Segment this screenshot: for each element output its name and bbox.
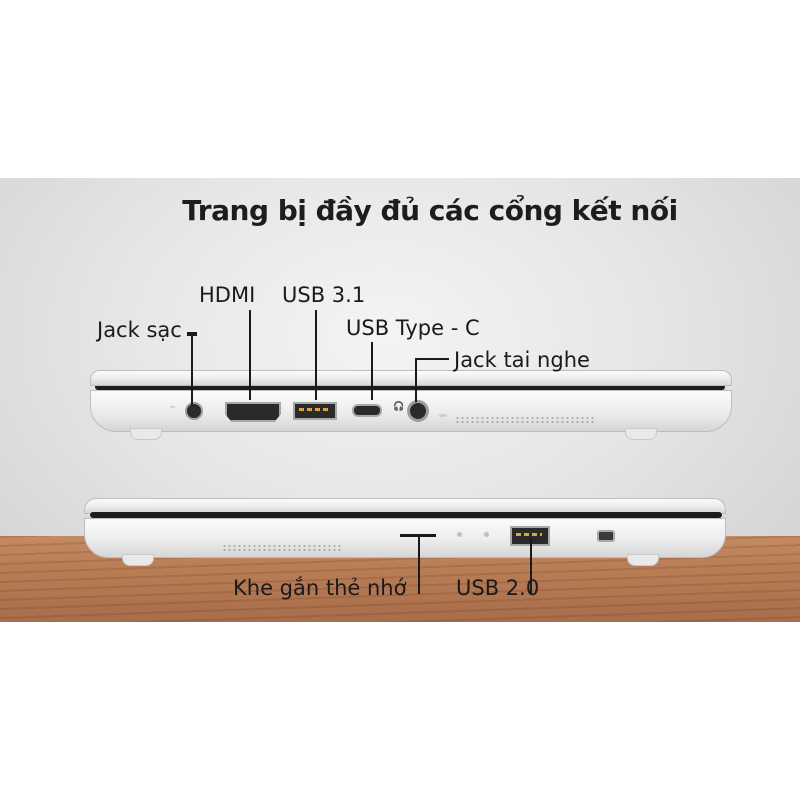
laptop-foot-right xyxy=(625,428,657,440)
kensington-lock-icon xyxy=(597,530,615,542)
product-photo: Trang bị đầy đủ các cổng kết nối ⎓ 🎧 Jac… xyxy=(0,178,800,622)
label-jack-tai-nghe: Jack tai nghe xyxy=(454,348,590,372)
usb-contacts-lower xyxy=(516,533,542,536)
leader-jack-sac-dot xyxy=(187,332,197,336)
speaker-vent xyxy=(455,416,595,424)
laptop-base-lower xyxy=(84,518,726,558)
leader-usb-type-c xyxy=(371,342,373,400)
leader-jack-tai-nghe-horizontal xyxy=(415,358,449,360)
label-usb31: USB 3.1 xyxy=(282,283,366,307)
usb-c-icon xyxy=(352,404,382,417)
hdmi-icon xyxy=(225,402,281,422)
label-hdmi: HDMI xyxy=(199,283,256,307)
usb-contacts xyxy=(299,408,329,411)
indicator-dot xyxy=(439,414,447,417)
laptop-left-side: ⎓ 🎧 xyxy=(85,368,735,440)
page-title: Trang bị đầy đủ các cổng kết nối xyxy=(182,194,678,227)
dc-power-icon xyxy=(185,402,203,420)
laptop-foot-left-lower xyxy=(122,554,154,566)
headphone-icon xyxy=(407,400,429,422)
laptop-foot-left xyxy=(130,428,162,440)
led-indicator-icon xyxy=(484,532,489,537)
laptop-foot-right-lower xyxy=(627,554,659,566)
leader-khe-the-nho xyxy=(418,534,420,594)
leader-jack-tai-nghe-vertical xyxy=(415,358,417,402)
label-jack-sac: Jack sạc xyxy=(97,318,182,342)
leader-hdmi xyxy=(249,310,251,400)
leader-usb31 xyxy=(315,310,317,400)
led-indicator-icon xyxy=(457,532,462,537)
label-khe-the-nho: Khe gắn thẻ nhớ xyxy=(233,576,407,600)
laptop-shell xyxy=(90,370,732,386)
usb-icon xyxy=(293,402,337,420)
laptop-right-side xyxy=(82,496,727,568)
dc-marking: ⎓ xyxy=(170,404,175,411)
label-usb20: USB 2.0 xyxy=(456,576,540,600)
headphone-marking: 🎧 xyxy=(393,402,405,412)
label-usb-type-c: USB Type - C xyxy=(346,316,480,340)
speaker-vent-lower xyxy=(222,544,342,552)
leader-jack-sac xyxy=(191,336,193,406)
